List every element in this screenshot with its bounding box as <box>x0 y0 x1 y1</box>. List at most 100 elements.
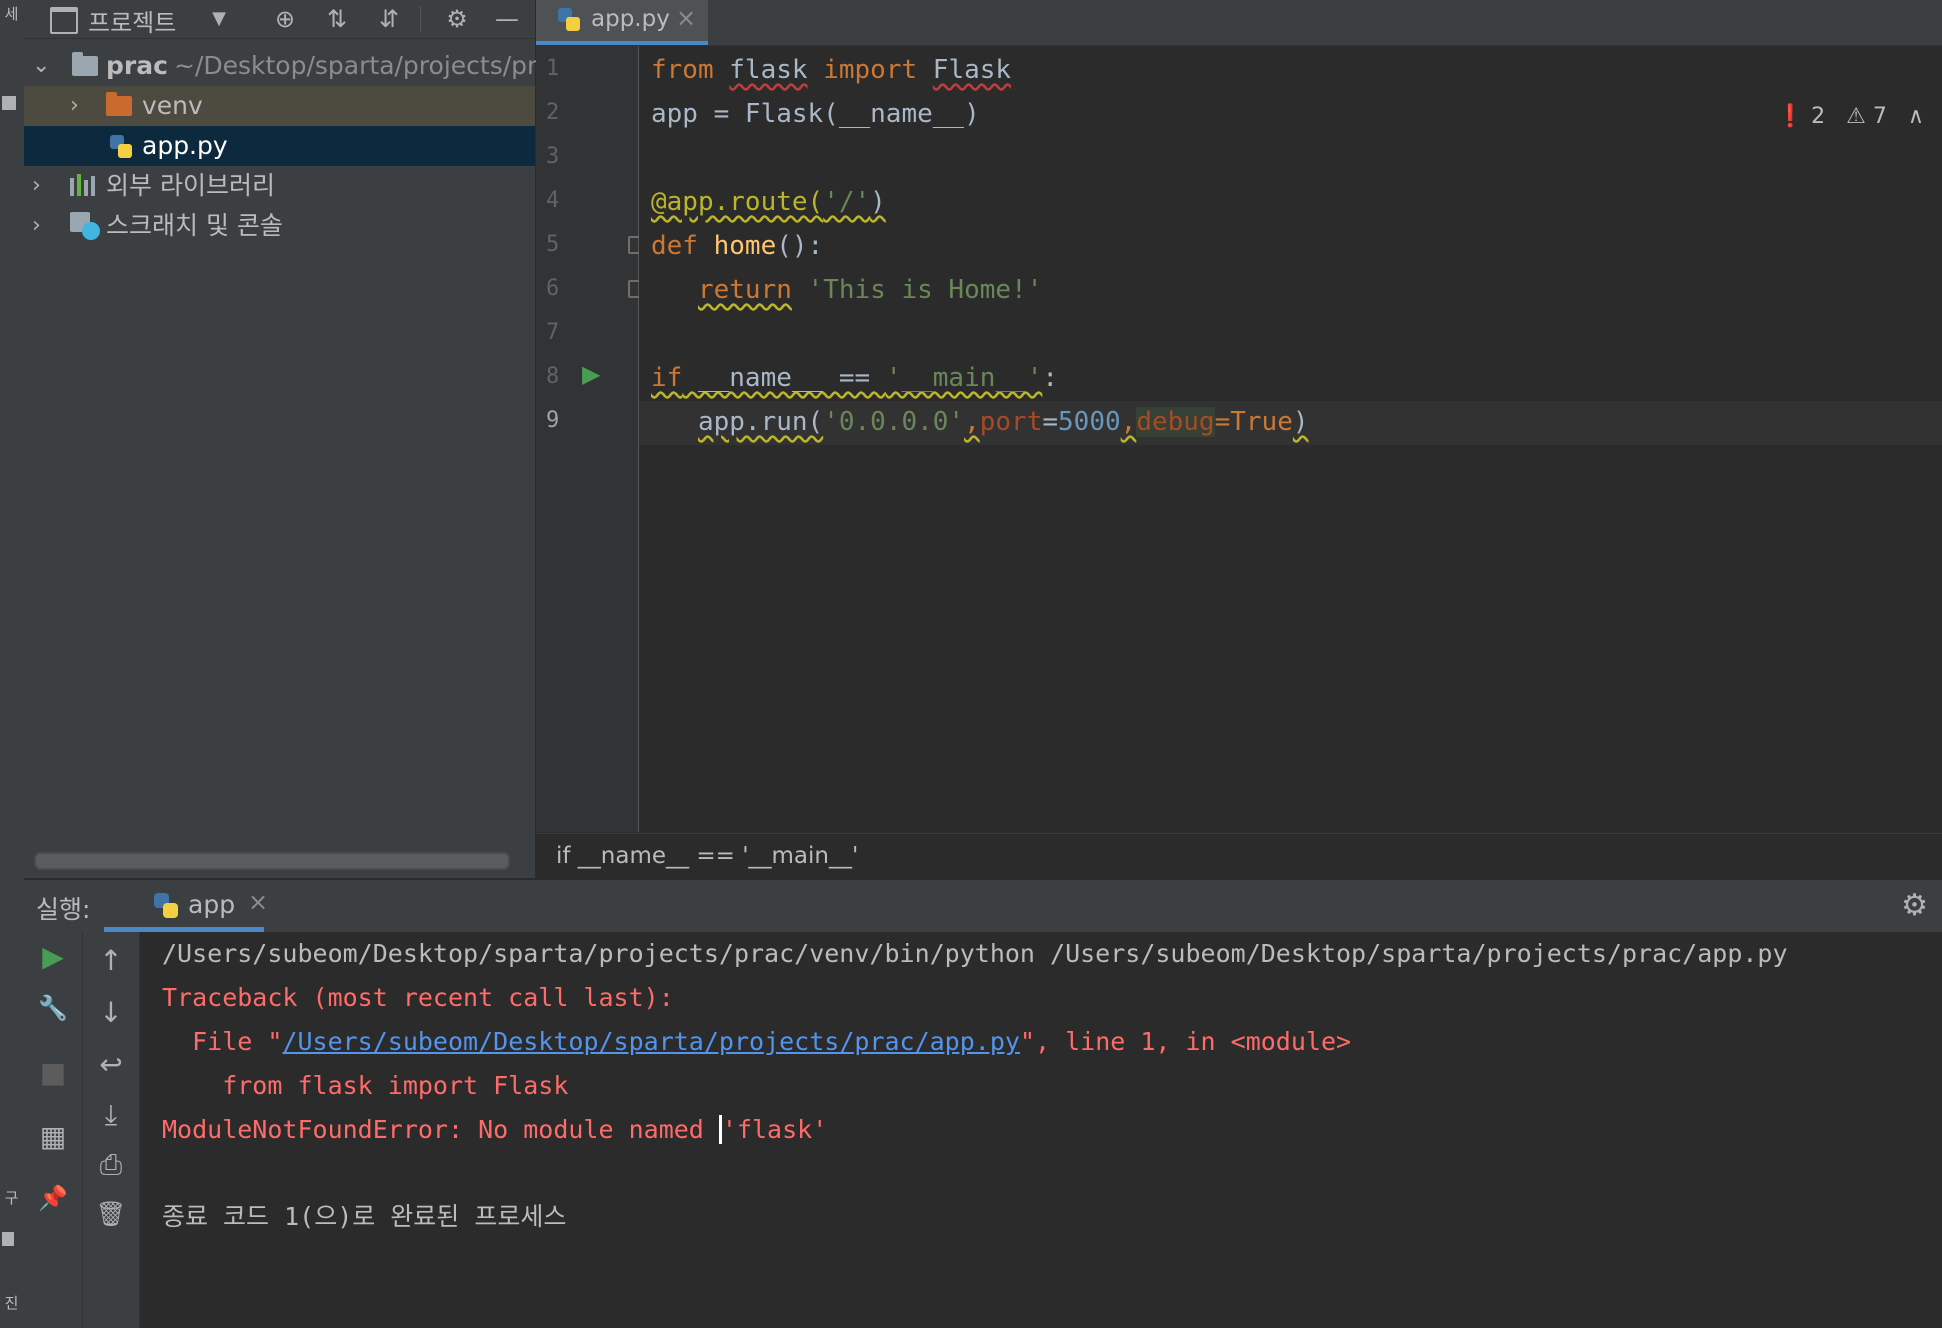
run-gutter-icon[interactable]: ▶ <box>582 360 600 388</box>
hide-icon[interactable]: — <box>492 4 522 34</box>
folder-strip-icon[interactable] <box>2 96 16 110</box>
run-label: 실행: <box>36 895 91 924</box>
line-number: 6 <box>546 276 560 301</box>
tree-item-venv[interactable]: › venv <box>24 86 535 126</box>
console-source-line: from flask import Flask <box>162 1071 569 1100</box>
tab-app-py[interactable]: app.py × <box>536 0 708 45</box>
code-token: =True <box>1214 407 1293 437</box>
tree-item-label: venv <box>142 91 203 120</box>
console-text: File " <box>162 1027 283 1056</box>
code-token: ) <box>1292 407 1309 437</box>
code-line-2: app = Flask(__name__) <box>651 99 980 129</box>
code-token: return <box>697 275 792 305</box>
chevron-up-icon[interactable]: ∧ <box>1908 104 1924 129</box>
line-number: 2 <box>546 100 560 125</box>
code-token: @app.route( <box>651 187 824 217</box>
favorites-tool-window-button[interactable]: 진 <box>2 1295 20 1310</box>
console-file-link[interactable]: /Users/subeom/Desktop/sparta/projects/pr… <box>282 1027 1020 1056</box>
line-number: 1 <box>546 56 560 81</box>
code-token: home <box>713 231 777 261</box>
code-token: Flask <box>932 55 1012 85</box>
code-token: , <box>964 407 980 437</box>
structure-strip-icon[interactable] <box>2 1232 14 1246</box>
library-icon <box>70 174 98 196</box>
dropdown-icon[interactable]: ▼ <box>204 4 234 34</box>
tree-item-label: app.py <box>142 131 228 160</box>
close-icon[interactable]: × <box>676 4 696 32</box>
line-number: 4 <box>546 188 560 213</box>
settings-icon[interactable]: ⚙ <box>442 4 472 34</box>
code-line-1: from flask import Flask <box>651 48 1011 92</box>
console-traceback-line: Traceback (most recent call last): <box>162 983 674 1012</box>
code-token: port <box>979 407 1043 437</box>
collapse-all-icon[interactable]: ⇵ <box>374 4 404 34</box>
trash-icon[interactable]: 🗑 <box>83 1200 139 1228</box>
print-icon[interactable]: ⎙ <box>83 1148 139 1182</box>
error-icon: ❗ <box>1776 104 1805 129</box>
code-token: __name__ == <box>682 363 886 393</box>
chevron-down-icon[interactable]: ⌄ <box>32 46 50 86</box>
settings-icon[interactable]: ⚙ <box>1901 888 1928 923</box>
run-tab-app[interactable]: app × <box>104 880 268 932</box>
code-token: from <box>651 55 714 85</box>
console-text: 'flask' <box>721 1115 828 1144</box>
tree-item-prac[interactable]: ⌄ prac ~/Desktop/sparta/projects/pra <box>24 46 553 86</box>
tree-item-app-py[interactable]: app.py <box>24 126 535 166</box>
code-line-5: def home(): <box>651 224 823 268</box>
chevron-right-icon[interactable]: › <box>32 206 41 246</box>
soft-wrap-icon[interactable]: ↩ <box>83 1048 139 1081</box>
code-line-6: return 'This is Home!' <box>651 268 1042 312</box>
up-icon[interactable]: ↑ <box>83 944 139 977</box>
code-token: , <box>1120 407 1137 437</box>
breadcrumb-item[interactable]: if __name__ == '__main__' <box>556 843 858 869</box>
expand-all-icon[interactable]: ⇅ <box>322 4 352 34</box>
warning-icon: ⚠ <box>1846 104 1866 129</box>
code-token: 5000 <box>1058 407 1121 437</box>
pin-icon[interactable]: 📌 <box>24 1184 82 1212</box>
structure-tool-window-button[interactable]: 구 <box>2 1190 20 1205</box>
scratches-icon <box>70 212 100 240</box>
code-token: if <box>651 363 683 393</box>
code-line-9: app.run('0.0.0.0',port=5000,debug=True) <box>651 400 1309 444</box>
tree-item-external-libraries[interactable]: › 외부 라이브러리 <box>24 166 535 206</box>
editor-tab-bar: app.py × <box>536 0 1942 46</box>
wrench-icon[interactable]: 🔧 <box>24 994 82 1022</box>
horizontal-scrollbar[interactable] <box>34 852 510 870</box>
console-text: ", line 1, in <module> <box>1019 1027 1352 1056</box>
active-tab-indicator <box>536 41 708 45</box>
tree-item-path: ~/Desktop/sparta/projects/pra <box>174 51 553 80</box>
stop-icon[interactable]: ■ <box>24 1056 82 1089</box>
chevron-right-icon[interactable]: › <box>32 166 41 206</box>
inspection-widget[interactable]: ❗ 2 ⚠ 7 ∧ <box>1777 104 1924 129</box>
layout-icon[interactable]: ▦ <box>24 1120 82 1153</box>
project-view-icon[interactable] <box>50 7 78 34</box>
warning-count: 7 <box>1872 104 1887 129</box>
close-icon[interactable]: × <box>248 888 268 916</box>
python-icon <box>154 893 178 919</box>
code-token: : <box>1042 363 1059 393</box>
line-number: 8 <box>546 364 560 389</box>
run-panel-header: 실행: app × ⚙ <box>24 879 1942 932</box>
console-error-line: ModuleNotFoundError: No module named 'fl… <box>162 1110 827 1150</box>
code-token: import <box>823 55 918 85</box>
locate-icon[interactable]: ⊕ <box>270 4 300 34</box>
scroll-end-icon[interactable]: ⤓ <box>83 1098 139 1132</box>
project-view-title[interactable]: 프로젝트 <box>88 3 176 38</box>
code-line-4: @app.route('/') <box>651 180 886 224</box>
python-file-icon <box>558 8 580 32</box>
tree-item-scratches[interactable]: › 스크래치 및 콘솔 <box>24 206 535 246</box>
code-token: '0.0.0.0' <box>823 407 965 437</box>
code-token: 'This is Home!' <box>807 275 1043 305</box>
code-line-8: if __name__ == '__main__': <box>651 356 1058 400</box>
rerun-icon[interactable]: ▶ <box>24 940 82 973</box>
code-editor[interactable]: from flask import Flask app = Flask(__na… <box>639 46 1942 832</box>
code-token: app.run( <box>697 407 824 437</box>
tree-item-label: 스크래치 및 콘솔 <box>106 211 283 240</box>
project-tool-window-button[interactable]: 세 <box>2 6 20 21</box>
down-icon[interactable]: ↓ <box>83 996 139 1029</box>
project-toolbar: 프로젝트 ▼ ⊕ ⇅ ⇵ ⚙ — <box>24 0 535 39</box>
console-text: ModuleNotFoundError: No module named <box>162 1115 719 1144</box>
error-count: 2 <box>1811 104 1826 129</box>
run-console[interactable]: /Users/subeom/Desktop/sparta/projects/pr… <box>140 932 1942 1328</box>
chevron-right-icon[interactable]: › <box>70 86 79 126</box>
